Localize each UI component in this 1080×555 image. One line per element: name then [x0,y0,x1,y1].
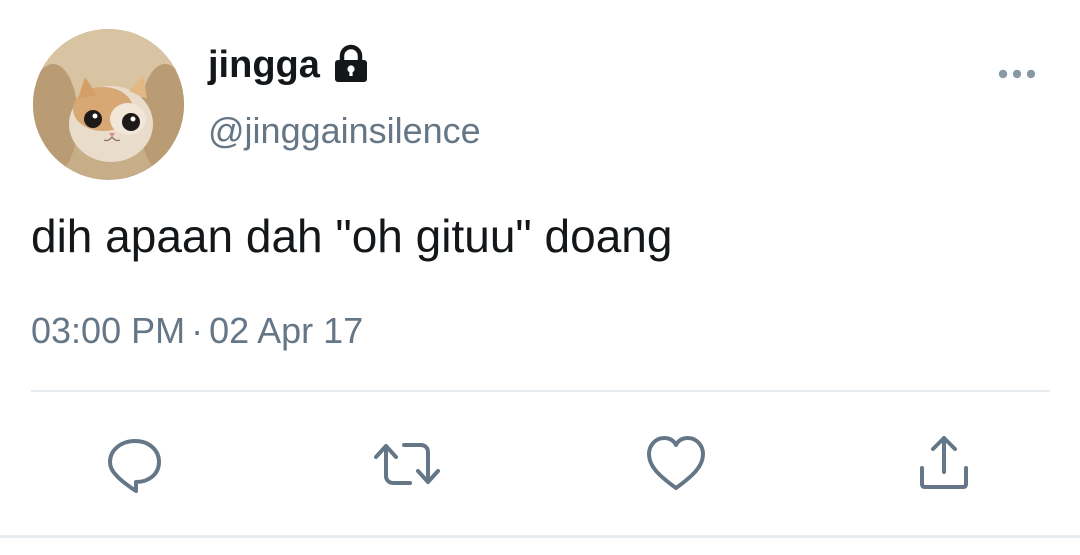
heart-icon[interactable] [644,432,708,496]
share-icon[interactable] [912,432,976,496]
more-dots-icon[interactable] [997,62,1037,86]
tweet-date: 02 Apr 17 [209,310,364,351]
lock-icon [330,44,372,86]
retweet-icon[interactable] [372,432,442,496]
user-handle[interactable]: @jinggainsilence [208,110,481,152]
bottom-divider [0,535,1080,538]
name-row: jingga [208,40,372,90]
tweet-timestamp[interactable]: 03:00 PM · 02 Apr 17 [31,310,363,352]
tweet-card: jingga @jinggainsilence dih apaan dah "o… [0,0,1080,555]
reply-icon[interactable] [103,432,167,496]
display-name[interactable]: jingga [208,44,320,87]
tweet-time: 03:00 PM [31,310,186,351]
kitten-avatar-image [33,29,184,179]
tweet-text: dih apaan dah "oh gituu" doang [31,210,673,262]
divider [31,390,1050,392]
avatar[interactable] [33,29,184,180]
meta-separator: · [191,310,204,351]
